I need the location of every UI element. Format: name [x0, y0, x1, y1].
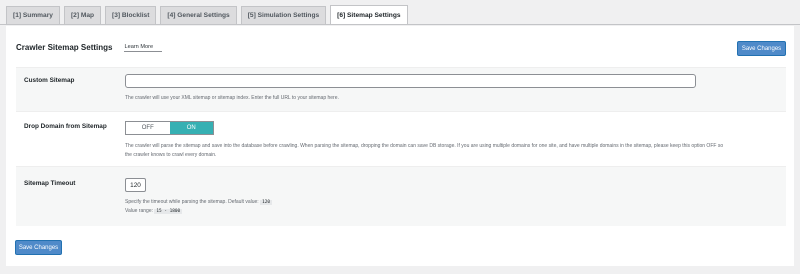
settings-panel: Crawler Sitemap Settings Learn More Save…	[6, 26, 794, 266]
tab-sitemap-settings[interactable]: [6] Sitemap Settings	[330, 5, 408, 25]
drop-domain-toggle: OFF ON	[125, 121, 214, 135]
tabs-divider	[0, 24, 800, 25]
learn-more-link[interactable]: Learn More	[124, 44, 163, 52]
sitemap-timeout-label: Sitemap Timeout	[24, 180, 76, 187]
settings-tabs: [1] Summary [2] Map [3] Blocklist [4] Ge…	[6, 5, 408, 25]
save-changes-button-bottom[interactable]: Save Changes	[15, 240, 62, 255]
sitemap-timeout-row: Sitemap Timeout 120 Specify the timeout …	[16, 166, 786, 226]
custom-sitemap-input[interactable]	[125, 74, 696, 88]
toggle-on-button[interactable]: ON	[169, 122, 213, 134]
save-changes-button-top[interactable]: Save Changes	[737, 41, 786, 56]
timeout-description-text: Specify the timeout while parsing the si…	[125, 199, 259, 205]
drop-domain-label: Drop Domain from Sitemap	[24, 123, 107, 130]
tab-summary[interactable]: [1] Summary	[6, 6, 60, 24]
timeout-range-code: 15 - 1800	[154, 209, 183, 214]
tab-map[interactable]: [2] Map	[63, 6, 102, 24]
tab-simulation-settings[interactable]: [5] Simulation Settings	[240, 6, 327, 24]
sitemap-timeout-description: Specify the timeout while parsing the si…	[125, 199, 273, 205]
sitemap-timeout-range: Value range: 15 - 1800	[125, 208, 183, 214]
drop-domain-row: Drop Domain from Sitemap OFF ON The craw…	[16, 111, 786, 165]
drop-domain-description-line1: The crawler will parse the sitemap and s…	[125, 143, 724, 149]
custom-sitemap-description: The crawler will use your XML sitemap or…	[125, 95, 339, 101]
tab-general-settings[interactable]: [4] General Settings	[160, 6, 237, 24]
sitemap-timeout-input[interactable]: 120	[125, 178, 146, 192]
panel-header: Crawler Sitemap Settings Learn More	[16, 43, 163, 52]
custom-sitemap-row: Custom Sitemap The crawler will use your…	[16, 67, 786, 111]
tab-blocklist[interactable]: [3] Blocklist	[105, 6, 157, 24]
page-title: Crawler Sitemap Settings	[16, 43, 113, 52]
timeout-default-code: 120	[260, 200, 273, 205]
drop-domain-description-line2: the crawler knows to crawl every domain.	[125, 152, 217, 158]
custom-sitemap-label: Custom Sitemap	[24, 77, 75, 84]
toggle-off-button[interactable]: OFF	[126, 122, 170, 134]
timeout-range-text: Value range:	[125, 208, 153, 214]
